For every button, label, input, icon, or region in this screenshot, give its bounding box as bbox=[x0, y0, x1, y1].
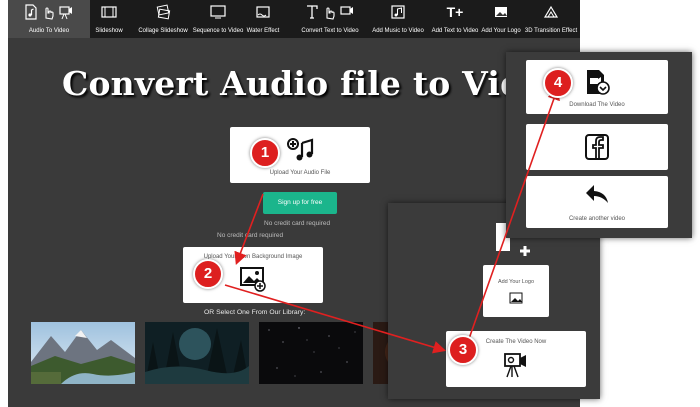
upload-audio-label: Upload Your Audio File bbox=[269, 170, 331, 176]
hand-pointer-icon bbox=[322, 4, 336, 22]
reply-arrow-icon bbox=[584, 183, 610, 212]
step-badge-2: 2 bbox=[193, 259, 223, 289]
nav-add-your-logo[interactable]: Add Your Logo bbox=[478, 0, 524, 38]
nav-label: Water Effect bbox=[246, 28, 280, 34]
download-panel: Download The Video Create another video bbox=[506, 52, 692, 238]
nav-convert-text-to-video[interactable]: Convert Text to Video bbox=[290, 0, 370, 38]
no-card-note: No credit card required bbox=[217, 232, 284, 239]
library-label: OR Select One From Our Library: bbox=[204, 309, 306, 316]
music-add-icon bbox=[286, 137, 316, 168]
nav-label: Slideshow bbox=[95, 28, 123, 34]
sign-up-button[interactable]: Sign up for free bbox=[263, 192, 337, 214]
music-video-icon bbox=[390, 4, 406, 22]
collage-icon bbox=[155, 4, 171, 22]
monitor-icon bbox=[209, 4, 227, 22]
create-another-label: Create another video bbox=[568, 216, 626, 222]
text-plus-icon: T+ bbox=[446, 4, 464, 20]
step-badge-4: 4 bbox=[543, 68, 573, 98]
video-camera-icon bbox=[58, 4, 74, 22]
create-another-card[interactable]: Create another video bbox=[526, 176, 668, 228]
download-video-icon bbox=[583, 68, 611, 101]
nav-label: Convert Text to Video bbox=[301, 28, 359, 34]
nav-add-music-to-video[interactable]: Add Music to Video bbox=[366, 0, 430, 38]
water-image-icon bbox=[255, 4, 271, 22]
nav-label: 3D Transition Effect bbox=[524, 28, 578, 34]
music-file-icon bbox=[24, 4, 38, 22]
nav-add-text-to-video[interactable]: T+ Add Text to Video bbox=[428, 0, 482, 38]
video-camera-icon bbox=[339, 4, 355, 22]
logo-image-icon bbox=[493, 4, 509, 22]
library-thumbnail-forest[interactable] bbox=[145, 322, 249, 384]
facebook-share-card[interactable] bbox=[526, 124, 668, 170]
add-logo-label: Add Your Logo bbox=[497, 279, 535, 285]
library-thumbnail-night-sky[interactable] bbox=[259, 322, 363, 384]
nav-label: Audio To Video bbox=[28, 28, 70, 34]
nav-label: Add Music to Video bbox=[372, 28, 424, 34]
nav-slideshow[interactable]: Slideshow bbox=[92, 0, 126, 38]
hand-pointer-icon bbox=[41, 4, 55, 22]
image-add-icon bbox=[239, 266, 267, 297]
nav-label: Add Your Logo bbox=[481, 28, 521, 34]
page-title: Convert Audio file to Video bbox=[62, 64, 567, 103]
step-badge-3: 3 bbox=[448, 335, 478, 365]
download-video-label: Download The Video bbox=[569, 102, 625, 108]
library-thumbnail-mountains[interactable] bbox=[31, 322, 135, 384]
top-nav: Audio To Video Slideshow Collage Slidesh… bbox=[8, 0, 580, 38]
text-tool-icon bbox=[305, 4, 319, 22]
signup-note: No credit card required bbox=[264, 220, 331, 227]
step-badge-1: 1 bbox=[250, 138, 280, 168]
3d-transition-icon bbox=[543, 4, 559, 22]
add-logo-card[interactable]: Add Your Logo bbox=[483, 265, 549, 317]
nav-3d-transition-effect[interactable]: 3D Transition Effect bbox=[522, 0, 580, 38]
nav-water-effect[interactable]: Water Effect bbox=[240, 0, 286, 38]
nav-label: Add Text to Video bbox=[431, 28, 479, 34]
logo-image-icon bbox=[509, 291, 523, 309]
nav-audio-to-video[interactable]: Audio To Video bbox=[8, 0, 90, 38]
facebook-icon bbox=[584, 133, 610, 166]
video-camera-icon bbox=[502, 351, 530, 384]
film-icon bbox=[101, 4, 117, 22]
